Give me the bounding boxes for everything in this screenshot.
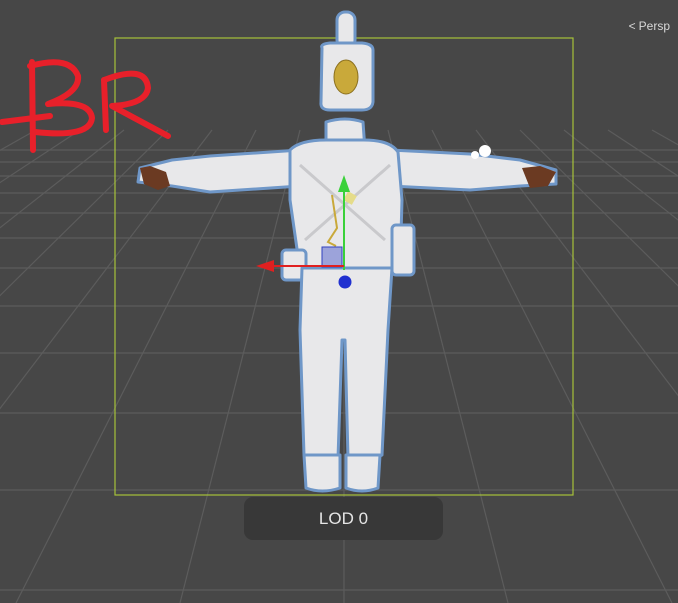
hat-badge [333,59,359,95]
camera-mode-text: Persp [638,19,670,33]
shoulder-puff [479,145,491,157]
annotation-br [0,59,171,153]
scene-viewport[interactable]: < Persp LOD 0 [0,0,678,603]
perspective-icon: < [628,19,636,33]
lod-label: LOD 0 [318,508,369,528]
gizmo-xy-plane[interactable] [321,246,343,268]
shoulder-puff-2 [471,151,479,159]
gizmo-z-handle[interactable] [338,275,352,289]
lod-indicator: LOD 0 [244,497,443,540]
camera-mode-label[interactable]: < Persp [629,19,670,33]
